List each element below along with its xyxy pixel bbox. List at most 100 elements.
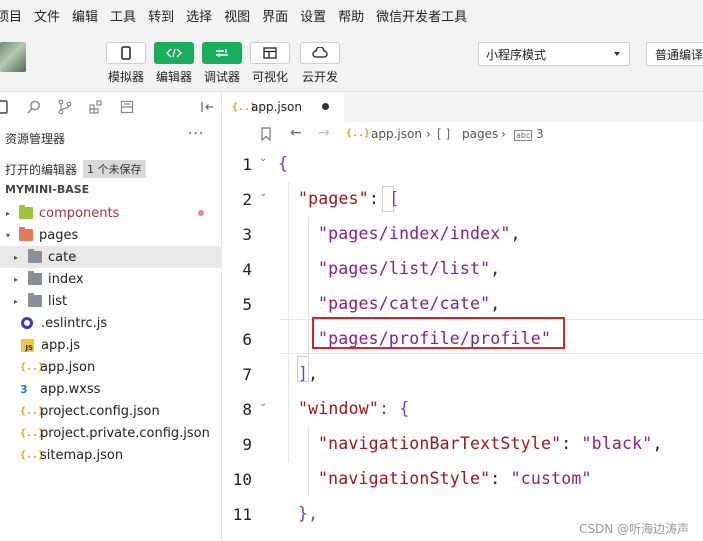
json-punct: , (510, 224, 521, 243)
breadcrumb-index[interactable]: 3 (536, 127, 544, 141)
tab-app-json[interactable]: {..} app.json (222, 92, 344, 122)
breadcrumb-file[interactable]: app.json (371, 127, 422, 141)
debug-icon (202, 42, 242, 64)
code-line: 4 "pages/list/list", (222, 252, 703, 287)
code-text: }, (298, 504, 319, 523)
cloud-dev-button[interactable]: 云开发 (300, 42, 340, 85)
menu-select[interactable]: 选择 (180, 6, 218, 25)
unsaved-badge: 1 个未保存 (83, 160, 146, 178)
code-line: 10 "navigationStyle": "custom" (222, 462, 703, 497)
menu-wechat-devtools[interactable]: 微信开发者工具 (370, 6, 473, 25)
tree-item-label: project.private.config.json (40, 425, 210, 441)
tree-item-label: components (39, 205, 120, 221)
project-name[interactable]: MYMINI-BASE (5, 183, 89, 196)
fold-chevron-icon[interactable]: ⌄ (259, 153, 267, 164)
sidebar: 资源管理器 ··· 打开的编辑器 1 个未保存 MYMINI-BASE ▸ co… (0, 92, 222, 541)
chevron-right-icon: ▸ (5, 208, 10, 218)
tree-item-label: list (48, 293, 68, 309)
json-bracket: [ (389, 189, 400, 208)
code-text: "window": { (298, 399, 409, 418)
line-number: 8 (242, 400, 252, 419)
extensions-icon[interactable] (88, 99, 104, 115)
tree-item-project-config[interactable]: {..} project.config.json (0, 400, 222, 422)
cloud-dev-label: 云开发 (301, 70, 338, 84)
back-arrow-icon[interactable]: ← (290, 125, 302, 141)
json-file-icon: {..} (20, 427, 45, 439)
tree-item-sitemap[interactable]: {..} sitemap.json (0, 444, 222, 466)
menu-interface[interactable]: 界面 (256, 6, 294, 25)
storage-icon[interactable] (119, 99, 135, 115)
simulator-button[interactable]: 模拟器 (106, 42, 146, 85)
json-bracket: ] (298, 364, 309, 383)
code-view[interactable]: 1 ⌄ { 2 ⌄ "pages": [ 3 "pages/index/inde… (222, 147, 703, 532)
compile-mode-select[interactable]: 普通编译 (646, 42, 703, 66)
menu-settings[interactable]: 设置 (294, 6, 332, 25)
more-icon[interactable]: ··· (188, 126, 204, 142)
tree-item-eslintrc[interactable]: .eslintrc.js (0, 312, 222, 334)
tree-item-label: app.js (41, 337, 80, 353)
avatar[interactable] (0, 42, 26, 72)
open-editors-section[interactable]: 打开的编辑器 1 个未保存 (0, 158, 222, 180)
tree-item-label: project.config.json (40, 403, 160, 419)
tree-item-components[interactable]: ▸ components (0, 202, 222, 224)
menu-tools[interactable]: 工具 (104, 6, 142, 25)
activity-bar (0, 92, 221, 122)
bookmark-icon[interactable] (260, 127, 272, 141)
code-line: 1 ⌄ { (222, 147, 703, 182)
menu-view[interactable]: 视图 (218, 6, 256, 25)
json-key: "navigationStyle" (318, 469, 491, 488)
watermark: CSDN @听海边涛声 (579, 522, 690, 536)
ide-window: { "menu": ["项目","文件","编辑","工具","转到","选择"… (0, 0, 703, 541)
mode-select[interactable]: 小程序模式 (478, 42, 630, 66)
code-icon (154, 42, 194, 64)
json-string: "pages/list/list" (318, 259, 491, 278)
modified-dot (198, 210, 204, 216)
code-line: 6 "pages/profile/profile" (222, 322, 703, 357)
menu-edit[interactable]: 编辑 (66, 6, 104, 25)
visualize-button[interactable]: 可视化 (250, 42, 290, 85)
menu-goto[interactable]: 转到 (142, 6, 180, 25)
debugger-button[interactable]: 调试器 (202, 42, 242, 85)
tree-item-app-wxss[interactable]: 3 app.wxss (0, 378, 222, 400)
eslint-icon (21, 317, 33, 329)
code-text: ], (298, 364, 318, 383)
menu-bar: 项目 文件 编辑 工具 转到 选择 视图 界面 设置 帮助 微信开发者工具 (0, 0, 703, 30)
json-punct: , (490, 259, 501, 278)
menu-project[interactable]: 项目 (0, 6, 28, 25)
json-string: "pages/cate/cate" (318, 294, 491, 313)
search-icon[interactable] (26, 99, 42, 115)
fold-chevron-icon[interactable]: ⌄ (259, 188, 267, 199)
menu-help[interactable]: 帮助 (332, 6, 370, 25)
unsaved-dot-icon[interactable] (322, 103, 329, 110)
tree-item-label: .eslintrc.js (41, 315, 108, 331)
folder-icon (28, 249, 42, 263)
line-number: 2 (242, 190, 252, 209)
editor-area: {..} app.json ← → {..} app.json › [ ] pa… (222, 92, 703, 541)
tree-item-pages[interactable]: ▾ pages (0, 224, 222, 246)
tree-item-list[interactable]: ▸ list (0, 290, 222, 312)
chevron-right-icon: ▸ (13, 296, 18, 306)
json-punct: : (490, 469, 511, 488)
menu-file[interactable]: 文件 (28, 6, 66, 25)
tree-item-project-private-config[interactable]: {..} project.private.config.json (0, 422, 222, 444)
source-control-icon[interactable] (57, 99, 73, 115)
editor-button[interactable]: 编辑器 (154, 42, 194, 85)
visualize-label: 可视化 (251, 70, 288, 84)
tree-item-app-json[interactable]: {..} app.json (0, 356, 222, 378)
tree-item-app-js[interactable]: JS app.js (0, 334, 222, 356)
forward-arrow-icon[interactable]: → (318, 125, 330, 141)
tree-item-index[interactable]: ▸ index (0, 268, 222, 290)
tree-item-cate[interactable]: ▸ cate (0, 246, 222, 268)
files-icon[interactable] (0, 99, 10, 115)
json-string: "custom" (510, 469, 592, 488)
tree-item-label: app.json (40, 359, 96, 375)
mode-select-value: 小程序模式 (486, 47, 547, 62)
breadcrumb-pages[interactable]: pages (462, 127, 498, 141)
editor-label: 编辑器 (155, 70, 192, 84)
code-line: 9 "navigationBarTextStyle": "black", (222, 427, 703, 462)
line-number: 3 (242, 225, 252, 244)
tree-item-label: index (48, 271, 84, 287)
collapse-panel-icon[interactable] (199, 99, 215, 115)
json-file-icon: {..} (346, 128, 371, 139)
fold-chevron-icon[interactable]: ⌄ (259, 398, 267, 409)
